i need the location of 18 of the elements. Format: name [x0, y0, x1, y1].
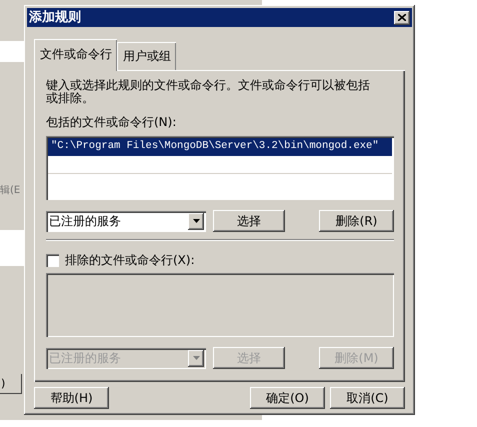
ok-button[interactable]: 确定(O) — [250, 387, 325, 409]
file-list[interactable]: "C:\Program Files\MongoDB\Server\3.2\bin\mongod.exe" — [46, 136, 394, 200]
help-button[interactable]: 帮助(H) — [34, 387, 109, 409]
text-field[interactable] — [0, 41, 24, 62]
menu-label: 辑(E — [0, 184, 20, 198]
tab[interactable]: 用户或组 — [117, 42, 176, 70]
delete-button[interactable]: 删除(R) — [319, 210, 394, 232]
description-text: 键入或选择此规则的文件或命令行。文件或命令行可以被包括或排除。 — [46, 79, 371, 105]
include-label: 包括的文件或命令行(N): — [46, 114, 178, 131]
window-title: 添加规则 — [29, 8, 82, 27]
cancel-button[interactable]: 取消(C) — [330, 387, 405, 409]
exclude-label: 排除的文件或命令行(X): — [65, 252, 195, 269]
service-dropdown[interactable]: 已注册的服务 — [46, 210, 206, 232]
select-button[interactable]: 选择 — [213, 210, 285, 232]
background-button[interactable]: ) — [0, 374, 22, 394]
file-list-item[interactable]: "C:\Program Files\MongoDB\Server\3.2\bin\mongod.exe" — [48, 138, 392, 156]
close-icon[interactable] — [394, 10, 410, 24]
tab[interactable]: 文件或命令行 — [34, 39, 117, 71]
